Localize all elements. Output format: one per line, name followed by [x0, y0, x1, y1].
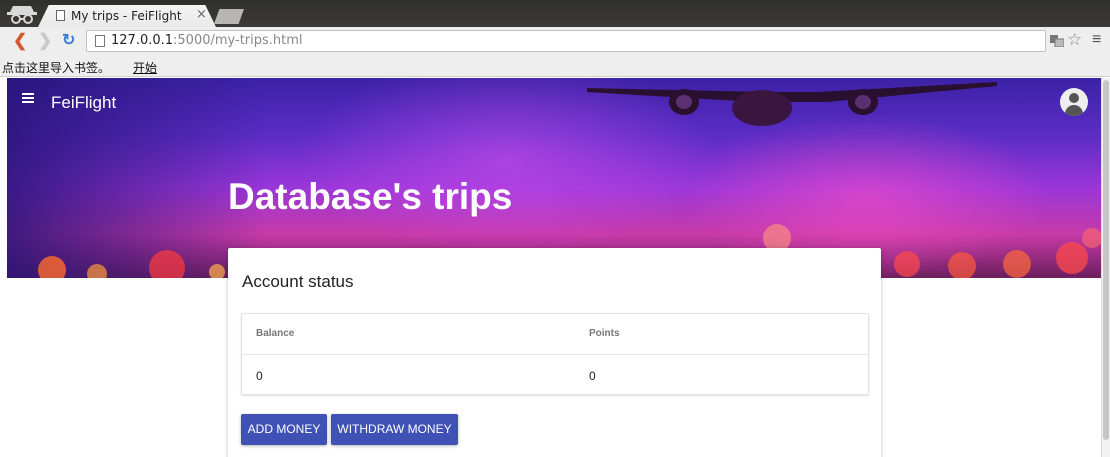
scrollbar-thumb[interactable]: [1103, 80, 1109, 440]
bookmarks-start-link[interactable]: 开始: [133, 59, 157, 76]
url-path: :5000/my-trips.html: [173, 33, 303, 48]
bookmarks-import-hint[interactable]: 点击这里导入书签。: [2, 59, 110, 76]
tab-my-trips[interactable]: My trips - FeiFlight ×: [38, 5, 216, 27]
new-tab-button[interactable]: [214, 9, 244, 24]
app-brand[interactable]: FeiFlight: [51, 93, 116, 113]
avatar-body: [1065, 105, 1083, 116]
browser-toolbar: ❮ ❯ ↻ 127.0.0.1:5000/my-trips.html ☆ ≡: [0, 27, 1110, 57]
close-tab-icon[interactable]: ×: [196, 7, 207, 22]
tab-title: My trips - FeiFlight: [71, 9, 182, 23]
add-money-button[interactable]: ADD MONEY: [241, 414, 327, 445]
reload-icon[interactable]: ↻: [62, 32, 75, 50]
url-host: 127.0.0.1: [111, 33, 174, 48]
account-status-table: Balance Points 0 0: [241, 313, 869, 395]
page-icon: [56, 10, 65, 21]
page-title: Database's trips: [228, 176, 513, 217]
page-viewport: FeiFlight Database's trips Account statu…: [0, 78, 1110, 457]
account-circle-icon[interactable]: [1060, 88, 1088, 116]
chrome-menu-icon[interactable]: ≡: [1092, 31, 1101, 49]
incognito-icon: [7, 6, 37, 24]
tab-strip: My trips - FeiFlight ×: [0, 0, 1110, 27]
back-arrow-icon[interactable]: ❮: [13, 32, 27, 50]
avatar-head: [1069, 93, 1079, 103]
table-divider: [242, 354, 868, 355]
airplane-image: [587, 82, 997, 126]
withdraw-money-button[interactable]: WITHDRAW MONEY: [331, 414, 458, 445]
forward-arrow-icon[interactable]: ❯: [38, 32, 52, 50]
column-header-balance: Balance: [256, 328, 295, 339]
column-header-points: Points: [589, 328, 620, 339]
url-text: 127.0.0.1:5000/my-trips.html: [111, 33, 303, 48]
page-info-icon[interactable]: [95, 35, 105, 47]
bookmarks-bar: 点击这里导入书签。 开始: [0, 57, 1110, 77]
translate-icon[interactable]: [1050, 35, 1064, 47]
card-title: Account status: [242, 272, 354, 291]
address-bar[interactable]: 127.0.0.1:5000/my-trips.html: [86, 30, 1046, 52]
star-icon[interactable]: ☆: [1067, 30, 1082, 50]
browser-window: My trips - FeiFlight × ❮ ❯ ↻ 127.0.0.1:5…: [0, 0, 1110, 457]
balance-value: 0: [256, 369, 263, 383]
points-value: 0: [589, 369, 596, 383]
page-scrollbar[interactable]: [1101, 78, 1110, 457]
account-status-card: Account status Balance Points 0 0 ADD MO…: [228, 248, 881, 457]
hamburger-icon[interactable]: [22, 92, 38, 106]
